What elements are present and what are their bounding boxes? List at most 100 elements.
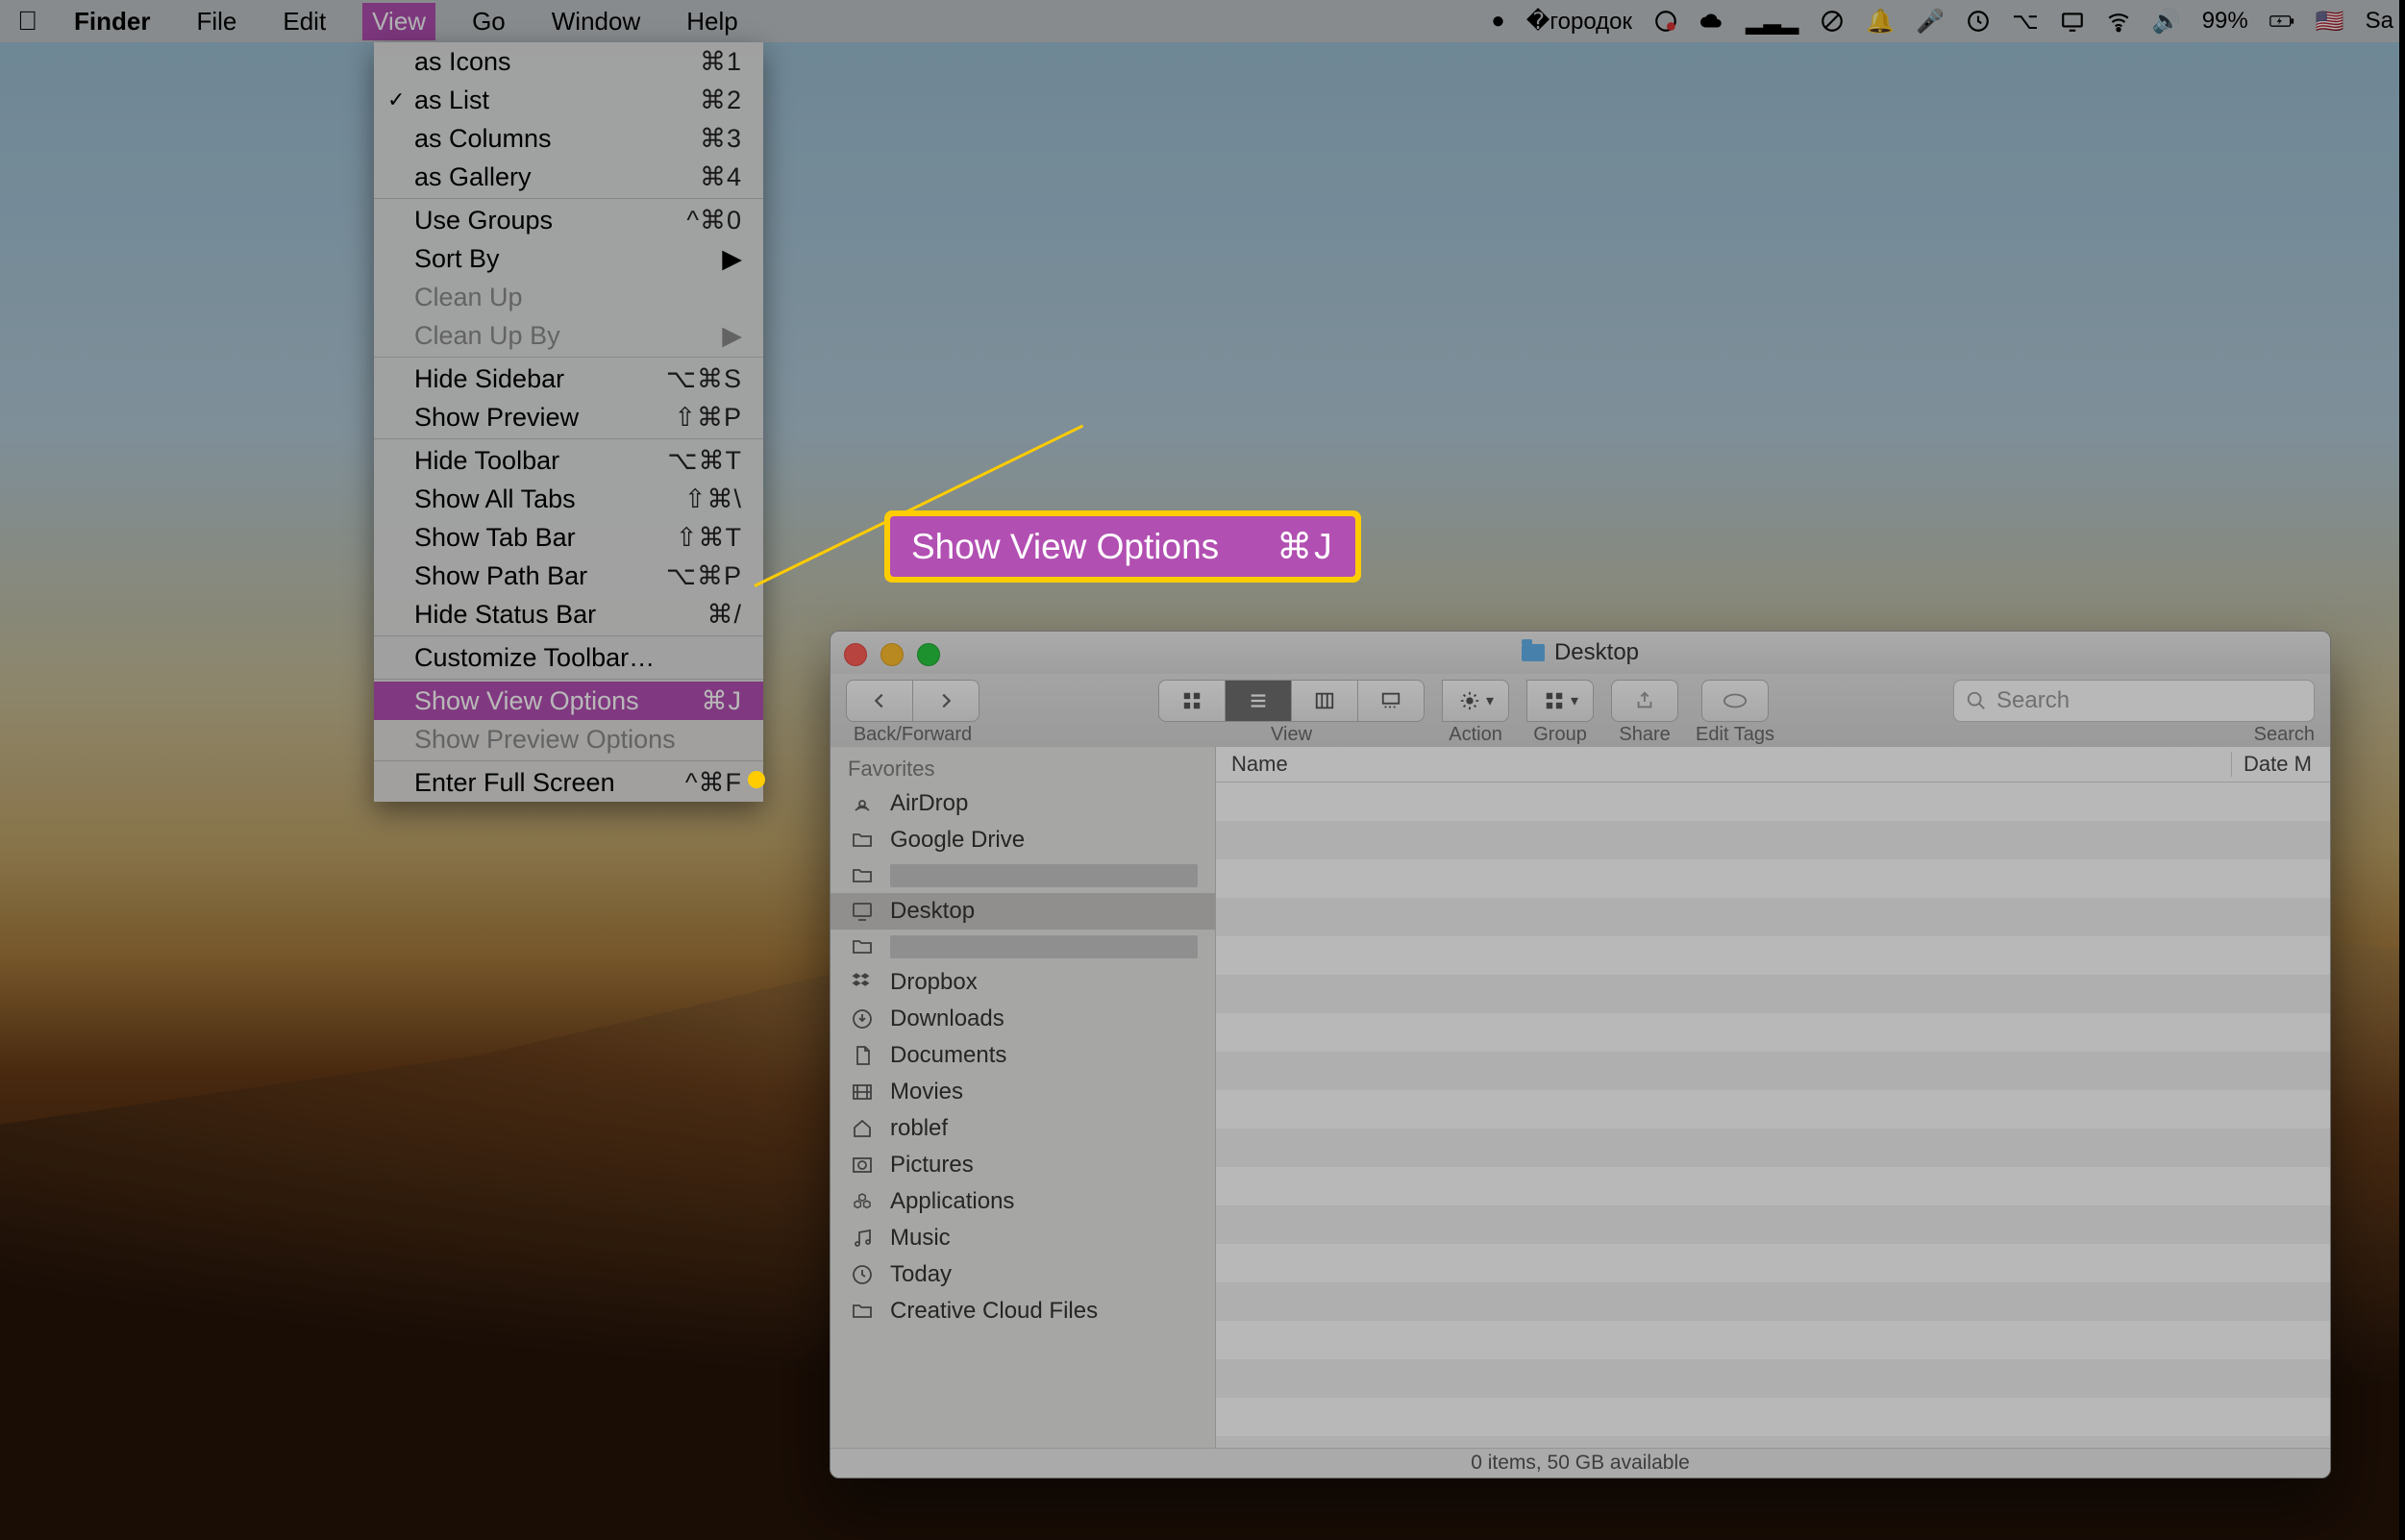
- toolbar-label-group: Group: [1533, 724, 1587, 746]
- sidebar-item-redacted[interactable]: [831, 930, 1215, 964]
- time-machine-icon[interactable]: [1966, 9, 1991, 34]
- menu-item-shortcut: ⌘/: [707, 597, 742, 632]
- circle-slash-icon[interactable]: [1820, 9, 1845, 34]
- hat-icon[interactable]: ▂▃▂: [1746, 8, 1798, 36]
- menu-item-label: Clean Up: [414, 280, 523, 314]
- notification-bell-icon[interactable]: 🔔: [1866, 8, 1895, 36]
- menu-item-hide-toolbar[interactable]: Hide Toolbar⌥⌘T: [374, 441, 763, 480]
- menu-item-show-all-tabs[interactable]: Show All Tabs⇧⌘\: [374, 480, 763, 518]
- back-button[interactable]: [846, 680, 913, 722]
- menu-item-hide-sidebar[interactable]: Hide Sidebar⌥⌘S: [374, 360, 763, 398]
- menu-go[interactable]: Go: [462, 3, 515, 40]
- menu-item-shortcut: ⌘2: [700, 83, 742, 117]
- menu-item-use-groups[interactable]: Use Groups^⌘0: [374, 201, 763, 239]
- view-gallery-button[interactable]: [1358, 680, 1425, 722]
- sidebar-item-label: Documents: [890, 1042, 1006, 1069]
- finder-status-bar: 0 items, 50 GB available: [831, 1448, 2330, 1478]
- redacted-label: [890, 935, 1198, 958]
- volume-icon[interactable]: 🔊: [2152, 8, 2181, 36]
- menu-window[interactable]: Window: [542, 3, 650, 40]
- bluetooth-icon[interactable]: ⌥: [2012, 8, 2039, 36]
- dropbox-status-icon[interactable]: �городок: [1526, 8, 1632, 36]
- battery-percentage[interactable]: 99%: [2202, 8, 2248, 35]
- cloud-icon[interactable]: [1699, 9, 1724, 34]
- edit-tags-button[interactable]: [1701, 680, 1769, 722]
- menu-item-hide-status-bar[interactable]: Hide Status Bar⌘/: [374, 595, 763, 633]
- window-titlebar[interactable]: Desktop: [831, 632, 2330, 674]
- menu-item-show-preview[interactable]: Show Preview⇧⌘P: [374, 398, 763, 436]
- menu-item-clean-up: Clean Up: [374, 278, 763, 316]
- sidebar-item-label: AirDrop: [890, 790, 968, 817]
- sidebar-item-pictures[interactable]: Pictures: [831, 1147, 1215, 1183]
- sidebar-item-creative-cloud-files[interactable]: Creative Cloud Files: [831, 1293, 1215, 1329]
- menu-item-as-columns[interactable]: as Columns⌘3: [374, 119, 763, 158]
- window-close-button[interactable]: [844, 643, 867, 666]
- menu-item-label: Show Tab Bar: [414, 520, 576, 555]
- sidebar-item-today[interactable]: Today: [831, 1256, 1215, 1293]
- folder-icon: [848, 863, 877, 888]
- menu-view[interactable]: View: [362, 3, 435, 40]
- search-field[interactable]: Search: [1953, 680, 2315, 722]
- menu-item-as-gallery[interactable]: as Gallery⌘4: [374, 158, 763, 196]
- annotation-dot: [748, 771, 765, 788]
- group-button[interactable]: ▾: [1526, 680, 1594, 722]
- menu-item-enter-full-screen[interactable]: Enter Full Screen^⌘F: [374, 763, 763, 802]
- search-icon: [1966, 690, 1987, 711]
- menu-file[interactable]: File: [186, 3, 246, 40]
- sidebar-item-label: Movies: [890, 1079, 963, 1105]
- menu-item-as-icons[interactable]: as Icons⌘1: [374, 42, 763, 81]
- sidebar-item-roblef[interactable]: roblef: [831, 1110, 1215, 1147]
- menu-item-label: Show Preview Options: [414, 722, 676, 757]
- menu-help[interactable]: Help: [677, 3, 747, 40]
- menu-item-label: Enter Full Screen: [414, 765, 615, 800]
- status-icon[interactable]: ●: [1491, 8, 1505, 35]
- sidebar-item-redacted[interactable]: [831, 858, 1215, 893]
- menu-item-sort-by[interactable]: Sort By▶: [374, 239, 763, 278]
- input-source-flag-icon[interactable]: 🇺🇸: [2316, 8, 2344, 36]
- view-list-button[interactable]: [1226, 680, 1292, 722]
- finder-toolbar: Back/Forward View ▾ Action ▾ Group: [831, 674, 2330, 754]
- menu-item-show-tab-bar[interactable]: Show Tab Bar⇧⌘T: [374, 518, 763, 557]
- sidebar-item-label: Music: [890, 1225, 951, 1252]
- sync-status-icon[interactable]: [1653, 9, 1678, 34]
- window-zoom-button[interactable]: [917, 643, 940, 666]
- view-columns-button[interactable]: [1292, 680, 1358, 722]
- menu-item-as-list[interactable]: ✓as List⌘2: [374, 81, 763, 119]
- apple-menu-icon[interactable]: : [17, 6, 37, 37]
- sidebar-item-documents[interactable]: Documents: [831, 1037, 1215, 1074]
- menu-item-show-preview-options: Show Preview Options: [374, 720, 763, 758]
- sidebar-item-label: Desktop: [890, 898, 975, 925]
- sidebar-item-desktop[interactable]: Desktop: [831, 893, 1215, 930]
- microphone-icon[interactable]: 🎤: [1916, 8, 1945, 36]
- wifi-icon[interactable]: [2106, 9, 2131, 34]
- forward-button[interactable]: [913, 680, 979, 722]
- sidebar-item-downloads[interactable]: Downloads: [831, 1001, 1215, 1037]
- menu-item-show-view-options[interactable]: Show View Options⌘J: [374, 682, 763, 720]
- sidebar-item-applications[interactable]: Applications: [831, 1183, 1215, 1220]
- menu-item-label: Show All Tabs: [414, 482, 576, 516]
- menu-item-show-path-bar[interactable]: Show Path Bar⌥⌘P: [374, 557, 763, 595]
- menu-item-shortcut: ⌥⌘S: [666, 361, 742, 396]
- menu-app-name[interactable]: Finder: [64, 3, 160, 40]
- column-name[interactable]: Name: [1216, 752, 2232, 777]
- sidebar-item-google-drive[interactable]: Google Drive: [831, 822, 1215, 858]
- sidebar-item-movies[interactable]: Movies: [831, 1074, 1215, 1110]
- window-minimize-button[interactable]: [880, 643, 904, 666]
- display-icon[interactable]: [2060, 9, 2085, 34]
- apps-icon: [848, 1189, 877, 1214]
- menu-edit[interactable]: Edit: [273, 3, 335, 40]
- column-headers[interactable]: Name Date M: [1216, 747, 2330, 782]
- action-button[interactable]: ▾: [1442, 680, 1509, 722]
- view-icons-button[interactable]: [1158, 680, 1226, 722]
- share-button[interactable]: [1611, 680, 1678, 722]
- downloads-icon: [848, 1006, 877, 1031]
- airdrop-icon: [848, 791, 877, 816]
- sidebar-item-dropbox[interactable]: Dropbox: [831, 964, 1215, 1001]
- column-date[interactable]: Date M: [2232, 752, 2330, 777]
- sidebar-item-music[interactable]: Music: [831, 1220, 1215, 1256]
- battery-icon[interactable]: [2269, 9, 2294, 34]
- clock-text-truncated[interactable]: Sa: [2366, 8, 2393, 35]
- menu-item-customize-toolbar-[interactable]: Customize Toolbar…: [374, 638, 763, 677]
- menu-item-shortcut: ⌘1: [700, 44, 742, 79]
- sidebar-item-airdrop[interactable]: AirDrop: [831, 785, 1215, 822]
